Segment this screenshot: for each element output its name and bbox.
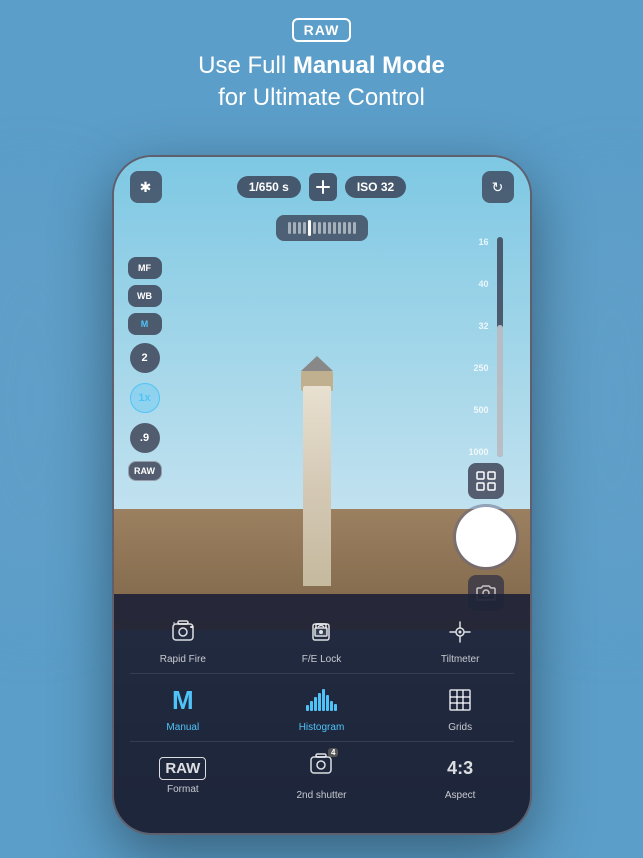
manual-icon: M [165,682,201,718]
level-indicator [276,215,368,241]
grids-button[interactable]: Grids [391,674,530,741]
phone-frame: ✱ 1/650 s ISO 32 ↻ [112,155,532,835]
raw-format-button[interactable]: RAW Format [114,742,253,809]
bg-decoration-right [523,200,643,600]
fe-lock-label: F/E Lock [302,654,341,665]
fe-lock-icon [303,614,339,650]
grid-toggle-button[interactable] [468,463,504,499]
lighthouse-tower [303,386,331,586]
lighthouse-cap [301,356,333,371]
zoom-1x-button[interactable]: 1x [130,383,160,413]
histogram-button[interactable]: Histogram [252,674,391,741]
aspect-icon: 4:3 [442,750,478,786]
exposure-button[interactable] [309,173,337,201]
tools-button[interactable]: ✱ [130,171,162,203]
raw-format-label: Format [167,784,199,795]
tiltmeter-label: Tiltmeter [441,654,480,665]
shutter-speed-button[interactable]: 1/650 s [237,176,301,198]
bottom-row-3: RAW Format 4 2nd shutter [114,742,530,809]
histogram-label: Histogram [299,722,345,733]
left-controls: MF WB M 2 1x .9 RAW [128,257,162,481]
rapid-fire-button[interactable]: Rapid Fire [114,606,253,673]
2nd-shutter-button[interactable]: 4 2nd shutter [252,742,391,809]
top-section: RAW Use Full Manual Mode for Ultimate Co… [0,0,643,115]
headline: Use Full Manual Mode for Ultimate Contro… [0,50,643,115]
manual-label: Manual [166,722,199,733]
tiltmeter-icon [442,614,478,650]
shutter-button[interactable] [456,507,516,567]
m-mode-button[interactable]: M [128,313,162,335]
zoom-09-button[interactable]: .9 [130,423,160,453]
histogram-icon [303,682,339,718]
lighthouse [267,326,367,586]
bottom-row-1: Rapid Fire F/E Lock [114,606,530,673]
right-controls: 16 40 32 250 500 1000 [456,237,516,611]
raw-mode-indicator: RAW [128,461,162,481]
tiltmeter-button[interactable]: Tiltmeter [391,606,530,673]
rotate-button[interactable]: ↻ [482,171,514,203]
aspect-label: Aspect [445,790,476,801]
iso-labels: 16 40 32 250 500 1000 [468,237,488,457]
right-icon-buttons [456,463,516,611]
bottom-row-2: M Manual Histogram [114,674,530,741]
2nd-shutter-label: 2nd shutter [296,790,346,801]
fe-lock-button[interactable]: F/E Lock [252,606,391,673]
aspect-button[interactable]: 4:3 Aspect [391,742,530,809]
bg-decoration-left [0,200,120,600]
raw-badge: RAW [0,18,643,50]
mf-button[interactable]: MF [128,257,162,279]
bottom-panel: Rapid Fire F/E Lock [114,594,530,833]
wb-button[interactable]: WB [128,285,162,307]
2nd-shutter-icon: 4 [303,750,339,786]
rapid-fire-icon [165,614,201,650]
iso-slider[interactable] [497,237,503,457]
manual-button[interactable]: M Manual [114,674,253,741]
rapid-fire-label: Rapid Fire [160,654,206,665]
grids-label: Grids [448,722,472,733]
grids-icon [442,682,478,718]
iso-button[interactable]: ISO 32 [345,176,406,198]
zoom-2-button[interactable]: 2 [130,343,160,373]
camera-top-bar: ✱ 1/650 s ISO 32 ↻ [114,171,530,203]
raw-format-icon: RAW [159,757,206,780]
